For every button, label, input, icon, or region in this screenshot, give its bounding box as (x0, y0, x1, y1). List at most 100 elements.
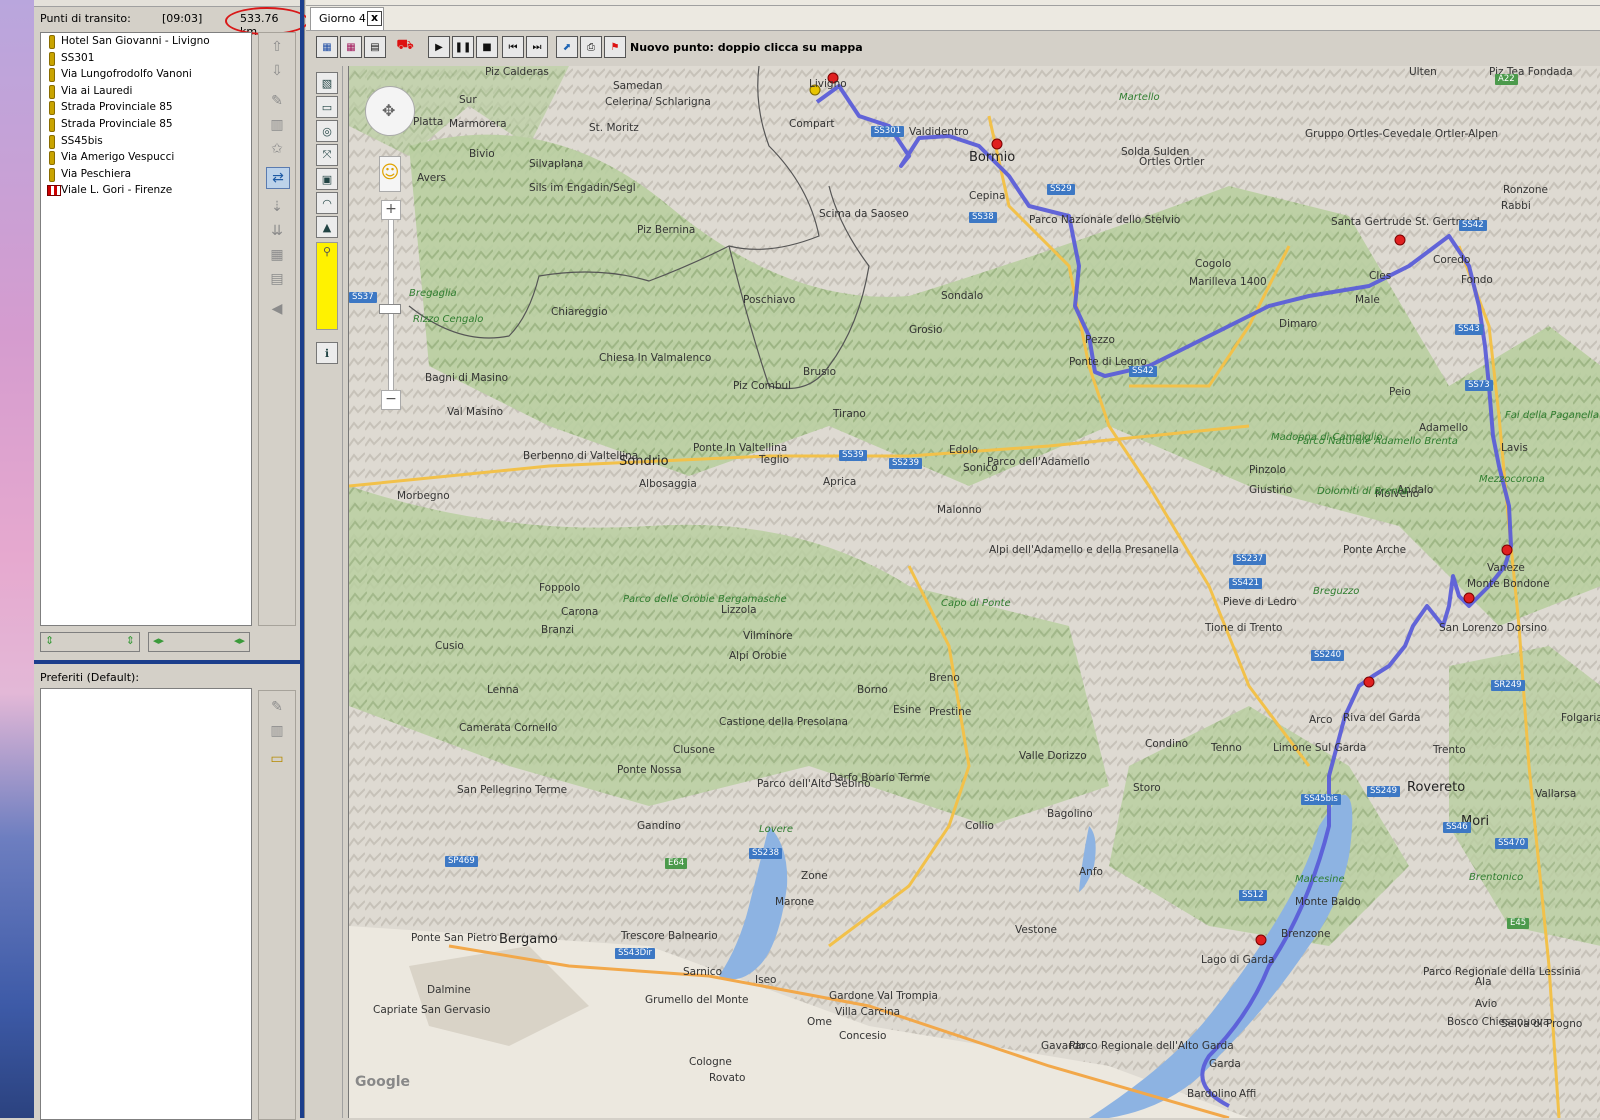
map-place-label: Platta (413, 116, 444, 128)
fav-edit-icon[interactable]: ✎ (266, 697, 288, 717)
grid-icon[interactable]: ▦ (266, 245, 288, 265)
pause-icon[interactable]: ❚❚ (452, 36, 474, 58)
motorcycle-icon[interactable]: ⛟ (390, 36, 420, 56)
fav-trash-icon[interactable]: ▥ (266, 721, 288, 741)
skip-forward-icon[interactable]: ⏭ (526, 36, 548, 58)
street-view-pegman-icon[interactable]: ☺ (379, 156, 401, 192)
map-place-label: Livigno (809, 78, 847, 90)
map-place-label: Piz Combul (733, 380, 792, 392)
calendar-icon[interactable]: ▦ (316, 36, 338, 58)
list-item[interactable]: Via Peschiera (41, 166, 251, 183)
list-item[interactable]: SS301 (41, 50, 251, 67)
road-shield: SS12 (1239, 890, 1267, 901)
green-leftright-icon: ◂▸ (153, 634, 165, 647)
list-item[interactable]: Strada Provinciale 85 (41, 116, 251, 133)
map-place-label: Brusio (803, 366, 836, 378)
list-item[interactable]: Via Lungofrodolfo Vanoni (41, 66, 251, 83)
waypoint-pin-icon (49, 51, 55, 66)
map-place-label: Borno (857, 684, 888, 696)
panel-divider[interactable] (34, 660, 304, 664)
road-icon[interactable]: ▲ (316, 216, 338, 238)
speaker-icon[interactable]: ◀ (266, 299, 288, 319)
map-place-label: Piz Calderas (485, 66, 549, 78)
map-place-label: Edolo (949, 444, 979, 456)
list-item[interactable]: Strada Provinciale 85 (41, 99, 251, 116)
splitter[interactable] (300, 0, 304, 1118)
edit-icon[interactable]: ✎ (266, 91, 288, 111)
export-icon[interactable]: ⬈ (556, 36, 578, 58)
search-icon[interactable]: ⚲ (316, 242, 338, 330)
zoom-out-button[interactable]: − (381, 390, 401, 410)
move-down-icon[interactable]: ⇩ (266, 61, 288, 81)
skip-back-icon[interactable]: ⏮ (502, 36, 524, 58)
stop-icon[interactable]: ■ (476, 36, 498, 58)
map-pan-control[interactable]: ✥ (365, 86, 415, 136)
zoom-in-button[interactable]: + (381, 200, 401, 220)
add-point-icon[interactable]: ⚑ (604, 36, 626, 58)
map-place-label: Pezzo (1085, 334, 1115, 346)
print-icon[interactable]: ⎙ (580, 36, 602, 58)
road-shield: SS29 (1047, 184, 1075, 195)
list-item[interactable]: Via ai Lauredi (41, 83, 251, 100)
map-place-label: Tenno (1211, 742, 1242, 754)
trash-icon[interactable]: ▥ (266, 115, 288, 135)
move-up-icon[interactable]: ⇧ (266, 37, 288, 57)
close-icon[interactable]: x (367, 11, 382, 26)
folder-open-icon[interactable]: ▭ (266, 749, 288, 769)
map-place-label: Vilminore (743, 630, 793, 642)
waypoint-pin-icon (49, 151, 55, 166)
waypoint-pin-icon (49, 35, 55, 49)
desktop-background (0, 0, 34, 1118)
grid-alt-icon[interactable]: ▤ (266, 269, 288, 289)
map-place-label: Gandino (637, 820, 681, 832)
map-place-label: Breno (929, 672, 960, 684)
road-shield: SS42 (1129, 366, 1157, 377)
list-item[interactable]: Viale L. Gori - Firenze (41, 182, 251, 199)
map-place-label: Coredo (1433, 254, 1471, 266)
map-place-label: Garda (1209, 1058, 1241, 1070)
arrow-down-double-icon[interactable]: ⇊ (266, 221, 288, 241)
map-canvas[interactable]: ✥ ☺ + − Livigno Compart Valdidentro Bormio C… (348, 66, 1600, 1118)
favorites-actions: ✎ ▥ ▭ (258, 690, 296, 1120)
green-updown-icon-right: ⇕ (125, 634, 135, 647)
map-place-label: Tione di Trento (1205, 622, 1283, 634)
arrow-down-icon[interactable]: ⇣ (266, 197, 288, 217)
compass-icon[interactable]: ◎ (316, 120, 338, 142)
waypoint-list[interactable]: Hotel San Giovanni - Livigno SS301 Via L… (40, 32, 252, 626)
road-shield: SS249 (1367, 786, 1401, 797)
calendar-alt-icon[interactable]: ▦ (340, 36, 362, 58)
waypoint-pin-icon (49, 68, 55, 83)
tab-giorno-4[interactable]: Giorno 4 x (310, 7, 384, 30)
map-place-label: Marmorera (449, 118, 507, 130)
fit-route-icon[interactable]: ⤧ (316, 144, 338, 166)
rss-icon[interactable]: ◠ (316, 192, 338, 214)
google-logo: Google (355, 1074, 411, 1090)
gps-device-icon[interactable]: ▣ (316, 168, 338, 190)
map-layer-icon[interactable]: ▧ (316, 72, 338, 94)
up-down-selector[interactable]: ⇕ ⇕ (40, 632, 140, 652)
list-item[interactable]: SS45bis (41, 133, 251, 150)
favorites-list[interactable] (40, 688, 252, 1120)
route-icon[interactable]: ⇄ (266, 167, 290, 189)
road-shield: SS421 (1229, 578, 1263, 589)
map-place-label: Samedan (613, 80, 663, 92)
monitor-icon[interactable]: ▭ (316, 96, 338, 118)
list-item[interactable]: Hotel San Giovanni - Livigno (41, 33, 251, 50)
map-place-label: Parco Nazionale dello Stelvio (1029, 214, 1181, 226)
info-icon[interactable]: ℹ (316, 342, 338, 364)
calculator-icon[interactable]: ▤ (364, 36, 386, 58)
map-place-label: San Lorenzo Dorsino (1439, 622, 1547, 634)
map-place-label: Esine (893, 704, 922, 716)
map-place-label: St. Moritz (589, 122, 639, 134)
map-place-label: Riva del Garda (1343, 712, 1421, 724)
list-item[interactable]: Via Amerigo Vespucci (41, 149, 251, 166)
map-place-label: Sur (459, 94, 477, 106)
play-icon[interactable]: ▶ (428, 36, 450, 58)
map-place-label: Compart (789, 118, 835, 130)
road-shield: SS43 (1455, 324, 1483, 335)
map-place-label: Teglio (759, 454, 790, 466)
star-icon[interactable]: ✩ (266, 139, 288, 159)
zoom-slider-thumb[interactable] (379, 304, 401, 314)
left-right-selector[interactable]: ◂▸ ◂▸ (148, 632, 250, 652)
map-place-label: Marone (775, 896, 815, 908)
